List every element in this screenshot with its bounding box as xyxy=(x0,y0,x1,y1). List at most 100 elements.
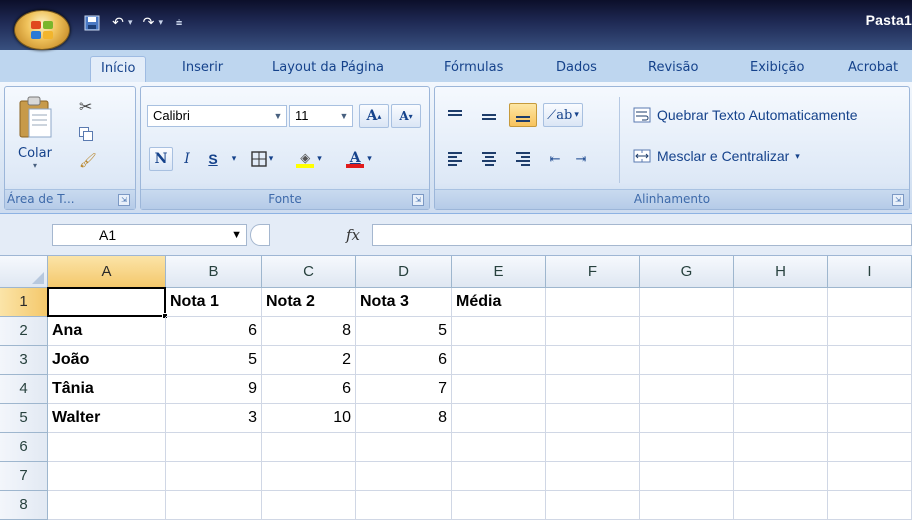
cell-g2[interactable] xyxy=(640,317,734,346)
align-left-button[interactable] xyxy=(441,147,469,171)
column-header-a[interactable]: A xyxy=(48,256,166,288)
paste-button[interactable]: Colar ▾ xyxy=(17,95,53,179)
font-launcher-icon[interactable]: ⇲ xyxy=(412,194,424,206)
cell-e7[interactable] xyxy=(452,462,546,491)
cell-d6[interactable] xyxy=(356,433,452,462)
align-bottom-button[interactable] xyxy=(509,103,537,127)
save-icon[interactable] xyxy=(82,14,102,32)
cell-i3[interactable] xyxy=(828,346,912,375)
cell-i1[interactable] xyxy=(828,288,912,317)
cell-d7[interactable] xyxy=(356,462,452,491)
cell-a4[interactable]: Tânia xyxy=(48,375,166,404)
cell-a7[interactable] xyxy=(48,462,166,491)
cell-c6[interactable] xyxy=(262,433,356,462)
align-right-button[interactable] xyxy=(509,147,537,171)
tab-dados[interactable]: Dados xyxy=(546,56,607,82)
tab-acrobat[interactable]: Acrobat xyxy=(838,56,908,82)
cell-d8[interactable] xyxy=(356,491,452,520)
bold-button[interactable]: N xyxy=(149,147,173,171)
shrink-font-button[interactable]: A ▾ xyxy=(391,104,421,128)
cell-a2[interactable]: Ana xyxy=(48,317,166,346)
formula-bar-splitter[interactable] xyxy=(250,224,270,246)
tab-formulas[interactable]: Fórmulas xyxy=(434,56,513,82)
cell-d3[interactable]: 6 xyxy=(356,346,452,375)
cell-e5[interactable] xyxy=(452,404,546,433)
alignment-launcher-icon[interactable]: ⇲ xyxy=(892,194,904,206)
decrease-indent-button[interactable]: ⇤ xyxy=(543,147,567,171)
cell-c1[interactable]: Nota 2 xyxy=(262,288,356,317)
row-header-8[interactable]: 8 xyxy=(0,491,48,520)
cut-icon[interactable]: ✂ xyxy=(79,97,92,116)
cell-i4[interactable] xyxy=(828,375,912,404)
tab-exibicao[interactable]: Exibição xyxy=(740,56,814,82)
cell-c2[interactable]: 8 xyxy=(262,317,356,346)
undo-icon[interactable]: ↶ xyxy=(108,14,128,32)
cell-b8[interactable] xyxy=(166,491,262,520)
cell-a3[interactable]: João xyxy=(48,346,166,375)
tab-inserir[interactable]: Inserir xyxy=(172,56,233,82)
row-header-2[interactable]: 2 xyxy=(0,317,48,346)
tab-revisao[interactable]: Revisão xyxy=(638,56,708,82)
align-center-button[interactable] xyxy=(475,147,503,171)
cell-g3[interactable] xyxy=(640,346,734,375)
cell-e4[interactable] xyxy=(452,375,546,404)
column-header-d[interactable]: D xyxy=(356,256,452,288)
row-header-7[interactable]: 7 xyxy=(0,462,48,491)
align-middle-button[interactable] xyxy=(475,103,503,127)
cell-e6[interactable] xyxy=(452,433,546,462)
cell-b2[interactable]: 6 xyxy=(166,317,262,346)
cell-a6[interactable] xyxy=(48,433,166,462)
undo-dropdown-icon[interactable]: ▾ xyxy=(128,18,133,28)
increase-indent-button[interactable]: ⇥ xyxy=(569,147,593,171)
cell-f4[interactable] xyxy=(546,375,640,404)
cell-f3[interactable] xyxy=(546,346,640,375)
cell-c8[interactable] xyxy=(262,491,356,520)
grow-font-button[interactable]: A ▴ xyxy=(359,104,389,128)
cell-g6[interactable] xyxy=(640,433,734,462)
underline-button[interactable]: S xyxy=(201,147,225,171)
cell-b1[interactable]: Nota 1 xyxy=(166,288,262,317)
column-header-c[interactable]: C xyxy=(262,256,356,288)
cell-d4[interactable]: 7 xyxy=(356,375,452,404)
cell-g4[interactable] xyxy=(640,375,734,404)
cell-b6[interactable] xyxy=(166,433,262,462)
tab-inicio[interactable]: Início xyxy=(90,56,147,82)
cell-c4[interactable]: 6 xyxy=(262,375,356,404)
cell-a8[interactable] xyxy=(48,491,166,520)
select-all-button[interactable] xyxy=(0,256,48,288)
cell-f8[interactable] xyxy=(546,491,640,520)
italic-button[interactable]: I xyxy=(175,147,199,171)
cell-c7[interactable] xyxy=(262,462,356,491)
font-color-button[interactable]: A ▾ xyxy=(337,147,381,171)
name-box[interactable]: A1 ▼ xyxy=(52,224,247,246)
row-header-5[interactable]: 5 xyxy=(0,404,48,433)
borders-button[interactable]: ▾ xyxy=(245,147,279,171)
cell-c3[interactable]: 2 xyxy=(262,346,356,375)
row-header-3[interactable]: 3 xyxy=(0,346,48,375)
cell-h6[interactable] xyxy=(734,433,828,462)
cell-b3[interactable]: 5 xyxy=(166,346,262,375)
column-header-b[interactable]: B xyxy=(166,256,262,288)
cell-c5[interactable]: 10 xyxy=(262,404,356,433)
cell-h5[interactable] xyxy=(734,404,828,433)
copy-icon[interactable] xyxy=(79,127,93,144)
office-button[interactable] xyxy=(14,10,70,50)
font-size-combo[interactable]: 11 ▼ xyxy=(289,105,353,127)
cell-i8[interactable] xyxy=(828,491,912,520)
cell-d1[interactable]: Nota 3 xyxy=(356,288,452,317)
column-header-h[interactable]: H xyxy=(734,256,828,288)
cell-d2[interactable]: 5 xyxy=(356,317,452,346)
cell-f5[interactable] xyxy=(546,404,640,433)
insert-function-icon[interactable]: fx xyxy=(338,224,368,246)
cell-g7[interactable] xyxy=(640,462,734,491)
cell-b5[interactable]: 3 xyxy=(166,404,262,433)
cell-h2[interactable] xyxy=(734,317,828,346)
cell-h8[interactable] xyxy=(734,491,828,520)
row-header-1[interactable]: 1 xyxy=(0,288,48,317)
redo-dropdown-icon[interactable]: ▾ xyxy=(159,18,164,28)
column-header-f[interactable]: F xyxy=(546,256,640,288)
align-top-button[interactable] xyxy=(441,103,469,127)
customize-toolbar-icon[interactable]: ⩧ xyxy=(169,14,189,32)
column-header-e[interactable]: E xyxy=(452,256,546,288)
cell-h1[interactable] xyxy=(734,288,828,317)
